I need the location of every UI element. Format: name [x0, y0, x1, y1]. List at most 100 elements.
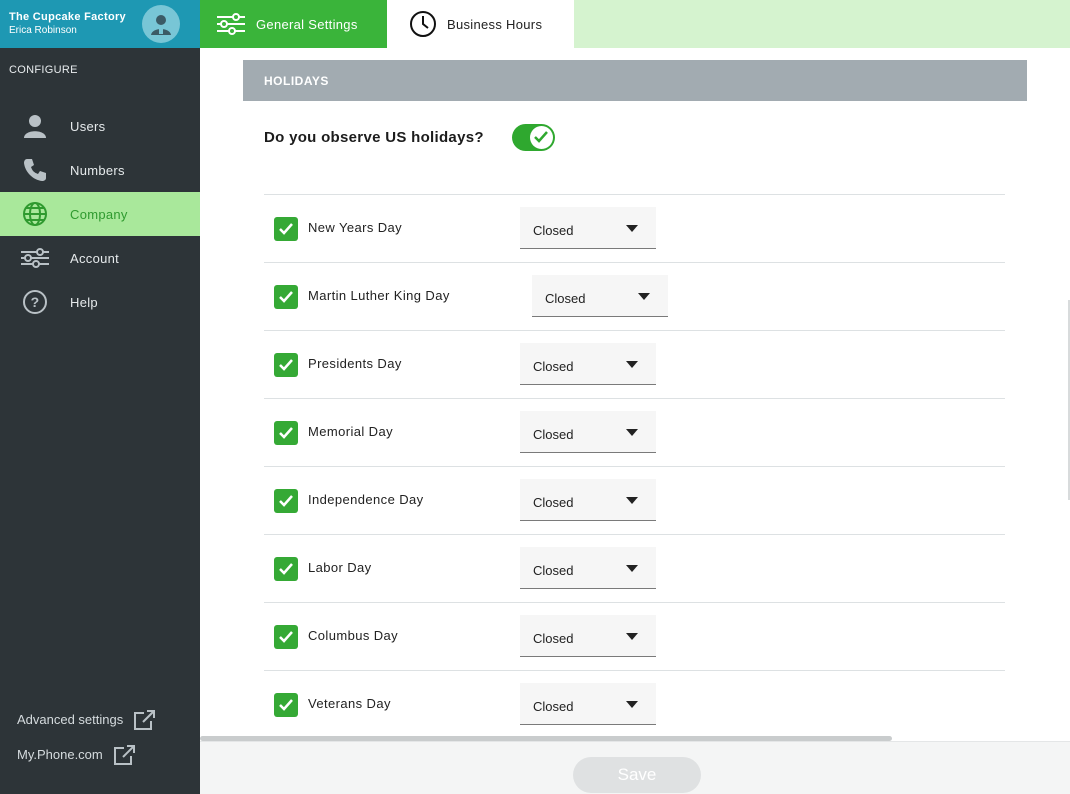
save-button[interactable]: Save [573, 757, 701, 793]
link-label: My.Phone.com [17, 747, 103, 762]
check-icon [279, 291, 293, 303]
check-icon [279, 359, 293, 371]
top-tabs: General Settings Business Hours [200, 0, 1070, 48]
holiday-checkbox[interactable] [274, 557, 298, 581]
select-value: Closed [533, 223, 574, 238]
holiday-status-select[interactable]: Closed [520, 547, 656, 589]
tab-general-settings[interactable]: General Settings [200, 0, 387, 48]
caret-down-icon [626, 701, 638, 708]
external-link-icon [133, 709, 157, 731]
select-value: Closed [533, 359, 574, 374]
myphone-link[interactable]: My.Phone.com [17, 737, 157, 772]
holiday-row-memorial-day: Memorial Day Closed [264, 398, 1005, 466]
sidebar-item-numbers[interactable]: Numbers [0, 148, 200, 192]
holiday-status-select[interactable]: Closed [520, 479, 656, 521]
holiday-name: Labor Day [308, 560, 372, 575]
check-icon [279, 223, 293, 235]
holiday-name: Memorial Day [308, 424, 393, 439]
check-icon [279, 563, 293, 575]
select-value: Closed [533, 563, 574, 578]
holiday-name: New Years Day [308, 220, 403, 235]
tab-label: Business Hours [447, 16, 543, 32]
sidebar-item-label: Company [70, 206, 128, 222]
observe-holidays-row: Do you observe US holidays? [264, 122, 664, 152]
select-value: Closed [533, 495, 574, 510]
caret-down-icon [638, 293, 650, 300]
caret-down-icon [626, 633, 638, 640]
caret-down-icon [626, 565, 638, 572]
sidebar-footer: Advanced settings My.Phone.com [17, 702, 157, 772]
observe-holidays-toggle[interactable] [511, 123, 555, 151]
caret-down-icon [626, 225, 638, 232]
main-content: HOLIDAYS Do you observe US holidays? New… [200, 48, 1070, 741]
holiday-row-new-years-day: New Years Day Closed [264, 194, 1005, 262]
svg-text:?: ? [31, 294, 40, 310]
holidays-section-header: HOLIDAYS [243, 60, 1027, 101]
observe-holidays-question: Do you observe US holidays? [264, 128, 484, 146]
section-label: CONFIGURE [9, 64, 78, 76]
holiday-row-labor-day: Labor Day Closed [264, 534, 1005, 602]
help-icon: ? [20, 288, 50, 316]
tab-label: General Settings [256, 16, 358, 32]
sidebar-item-company[interactable]: Company [0, 192, 200, 236]
globe-icon [20, 200, 50, 228]
sidebar-item-label: Help [70, 294, 98, 310]
sidebar-item-label: Account [70, 250, 120, 266]
holiday-checkbox[interactable] [274, 285, 298, 309]
sidebar-item-label: Numbers [70, 162, 125, 178]
holiday-status-select[interactable]: Closed [520, 615, 656, 657]
footer-bar: Save [200, 741, 1070, 794]
select-value: Closed [545, 291, 586, 306]
holiday-checkbox[interactable] [274, 625, 298, 649]
brand-header[interactable]: The Cupcake Factory Erica Robinson [0, 0, 200, 48]
check-icon [279, 631, 293, 643]
holiday-status-select[interactable]: Closed [532, 275, 668, 317]
caret-down-icon [626, 361, 638, 368]
sidebar-item-label: Users [70, 118, 106, 134]
sidebar-item-help[interactable]: ? Help [0, 280, 200, 324]
holiday-status-select[interactable]: Closed [520, 343, 656, 385]
holiday-name: Veterans Day [308, 696, 391, 711]
check-icon [279, 495, 293, 507]
app-window: The Cupcake Factory Erica Robinson CONFI… [0, 0, 1070, 794]
select-value: Closed [533, 631, 574, 646]
holiday-name: Presidents Day [308, 356, 402, 371]
holiday-status-select[interactable]: Closed [520, 411, 656, 453]
holiday-status-select[interactable]: Closed [520, 207, 656, 249]
holiday-name: Columbus Day [308, 628, 399, 643]
check-icon [279, 699, 293, 711]
holiday-list: New Years Day Closed Martin Luther King … [264, 194, 1005, 738]
tab-business-hours[interactable]: Business Hours [387, 0, 574, 48]
select-value: Closed [533, 699, 574, 714]
company-name: The Cupcake Factory [9, 11, 126, 23]
phone-icon [20, 156, 50, 184]
clock-icon [409, 10, 437, 38]
holiday-checkbox[interactable] [274, 489, 298, 513]
holiday-row-independence-day: Independence Day Closed [264, 466, 1005, 534]
holiday-name: Independence Day [308, 492, 424, 507]
link-label: Advanced settings [17, 712, 124, 727]
check-icon [529, 125, 553, 149]
holiday-row-veterans-day: Veterans Day Closed [264, 670, 1005, 738]
select-value: Closed [533, 427, 574, 442]
holiday-checkbox[interactable] [274, 693, 298, 717]
holiday-status-select[interactable]: Closed [520, 683, 656, 725]
sidebar: The Cupcake Factory Erica Robinson CONFI… [0, 0, 200, 794]
check-icon [279, 427, 293, 439]
avatar[interactable] [142, 5, 180, 43]
sliders-icon [216, 13, 246, 35]
sliders-icon [20, 244, 50, 272]
sidebar-item-users[interactable]: Users [0, 104, 200, 148]
holiday-checkbox[interactable] [274, 217, 298, 241]
advanced-settings-link[interactable]: Advanced settings [17, 702, 157, 737]
holiday-checkbox[interactable] [274, 421, 298, 445]
caret-down-icon [626, 429, 638, 436]
holiday-row-columbus-day: Columbus Day Closed [264, 602, 1005, 670]
holiday-row-presidents-day: Presidents Day Closed [264, 330, 1005, 398]
holiday-name: Martin Luther King Day [308, 288, 450, 303]
sidebar-item-account[interactable]: Account [0, 236, 200, 280]
user-avatar-icon [151, 15, 171, 35]
holiday-row-mlk-day: Martin Luther King Day Closed [264, 262, 1005, 330]
user-name: Erica Robinson [9, 25, 77, 36]
holiday-checkbox[interactable] [274, 353, 298, 377]
